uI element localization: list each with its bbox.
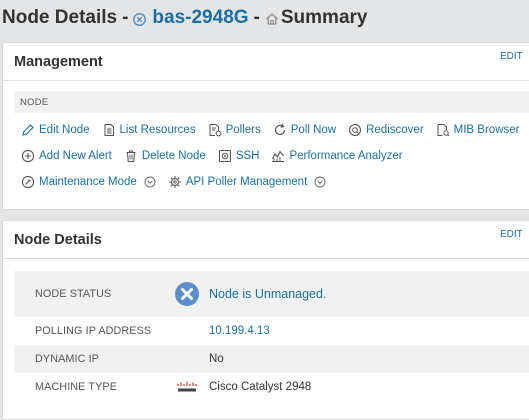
delete-node-link[interactable]: Delete Node (124, 149, 206, 163)
poll-now-label: Poll Now (290, 124, 337, 136)
edit-node-label: Edit Node (39, 124, 90, 136)
api-poller-management-menu[interactable]: API Poller Management (168, 175, 326, 189)
chevron-down-icon (144, 176, 156, 188)
mib-browser-icon (437, 124, 450, 137)
page-name: Summary (280, 7, 368, 28)
node-status-row: NODE STATUS Node is Unmanaged. (14, 271, 529, 317)
poll-now-link[interactable]: Poll Now (273, 123, 336, 137)
performance-analyzer-link[interactable]: Performance Analyzer (271, 149, 403, 163)
rediscover-icon (349, 123, 362, 137)
pollers-link[interactable]: Pollers (208, 123, 261, 137)
unmanaged-status-icon (133, 12, 147, 26)
maintenance-mode-menu[interactable]: Maintenance Mode (21, 175, 156, 189)
dynamic-ip-label: DYNAMIC IP (35, 353, 99, 365)
polling-ip-row: POLLING IP ADDRESS 10.199.4.13 (14, 317, 529, 345)
rediscover-link[interactable]: Rediscover (348, 123, 424, 137)
edit-button[interactable]: EDIT (500, 51, 523, 62)
dynamic-ip-value: No (209, 353, 224, 365)
home-icon (265, 13, 278, 25)
add-new-alert-label: Add New Alert (39, 150, 112, 162)
node-details-header: Node Details EDIT H (3, 221, 529, 259)
delete-node-label: Delete Node (141, 150, 206, 162)
node-section-label: NODE (20, 96, 49, 108)
list-resources-label: List Resources (119, 124, 196, 136)
icon-cell (164, 381, 209, 393)
mib-browser-link[interactable]: MIB Browser (436, 123, 520, 137)
ssh-link[interactable]: SSH (218, 149, 260, 163)
performance-analyzer-icon (272, 150, 285, 162)
pollers-label: Pollers (225, 124, 261, 136)
node-status-label: NODE STATUS (35, 288, 112, 300)
node-details-panel: Node Details EDIT H NODE STATUS Node is … (2, 220, 529, 420)
cisco-logo-icon (176, 381, 197, 392)
list-resources-link[interactable]: List Resources (102, 123, 196, 137)
pollers-icon (209, 124, 221, 137)
list-resources-icon (104, 124, 114, 136)
title-prefix: Node Details (2, 7, 118, 28)
edit-button[interactable]: EDIT (500, 229, 523, 240)
action-row: Edit Node List Resources Pollers Poll No… (3, 117, 529, 143)
maintenance-icon (21, 175, 35, 189)
node-details-table: NODE STATUS Node is Unmanaged. POLLING I… (14, 271, 529, 401)
mib-browser-label: MIB Browser (453, 124, 520, 136)
gear-icon (168, 176, 181, 188)
machine-type-value: Cisco Catalyst 2948 (209, 381, 312, 393)
management-title: Management (14, 53, 103, 70)
pencil-icon (22, 124, 34, 136)
polling-ip-value[interactable]: 10.199.4.13 (209, 325, 270, 337)
trash-icon (126, 150, 136, 163)
refresh-icon (274, 123, 285, 136)
management-panel-actions: EDIT H (500, 51, 529, 62)
dynamic-ip-row: DYNAMIC IP No (14, 345, 529, 373)
management-panel: Management EDIT H NODE Edit Node List Re… (2, 42, 529, 210)
add-alert-icon (21, 149, 35, 163)
machine-type-label: MACHINE TYPE (35, 381, 117, 393)
action-row: Maintenance Mode API Poller Management (3, 169, 529, 195)
edit-node-link[interactable]: Edit Node (21, 123, 90, 137)
api-poller-management-label: API Poller Management (185, 176, 308, 188)
performance-analyzer-label: Performance Analyzer (289, 150, 403, 162)
status-icon-cell (164, 282, 209, 306)
ssh-icon (218, 149, 231, 163)
page-title: Node Details - bas-2948G - Summary (0, 0, 529, 36)
action-row: Add New Alert Delete Node SSH Performanc… (3, 143, 529, 169)
management-header: Management EDIT H (3, 43, 529, 81)
node-details-panel-actions: EDIT H (500, 229, 529, 240)
add-new-alert-link[interactable]: Add New Alert (21, 149, 112, 163)
unmanaged-status-icon (174, 282, 199, 306)
node-details-title: Node Details (14, 231, 102, 248)
polling-ip-label: POLLING IP ADDRESS (35, 325, 152, 337)
rediscover-label: Rediscover (366, 124, 424, 136)
title-separator: - (253, 7, 260, 28)
machine-type-row: MACHINE TYPE Cisco Catalyst 2948 (14, 373, 529, 401)
node-section-header: NODE (14, 91, 529, 113)
node-status-value[interactable]: Node is Unmanaged. (209, 287, 326, 301)
maintenance-mode-label: Maintenance Mode (39, 176, 137, 188)
node-name-link[interactable]: bas-2948G (152, 7, 248, 29)
title-separator: - (122, 7, 129, 28)
ssh-label: SSH (235, 150, 260, 162)
chevron-down-icon (314, 176, 326, 188)
